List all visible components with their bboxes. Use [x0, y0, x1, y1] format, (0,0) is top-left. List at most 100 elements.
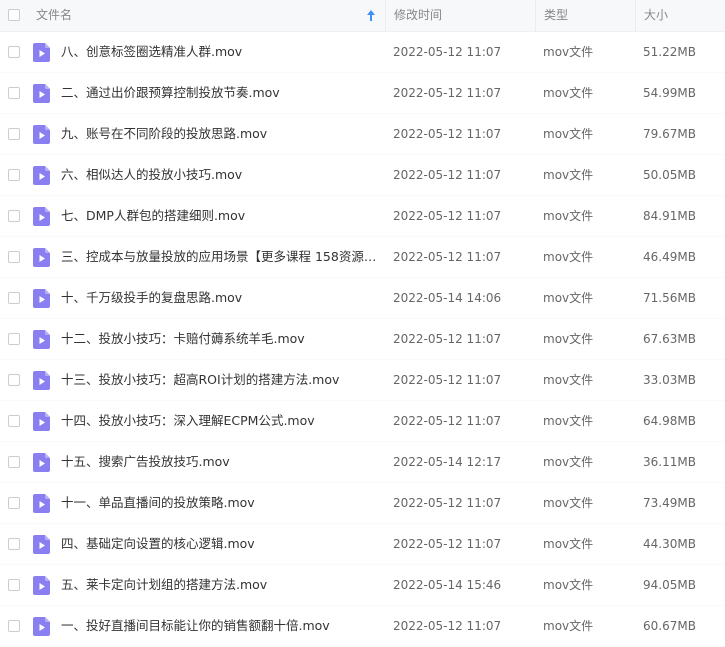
file-modified-time: 2022-05-14 12:17: [393, 455, 502, 469]
file-size: 67.63MB: [643, 332, 696, 346]
table-row[interactable]: 十、千万级投手的复盘思路.mov 2022-05-14 14:06 mov文件 71.…: [0, 278, 725, 319]
file-modified-time: 2022-05-12 11:07: [393, 86, 502, 100]
row-checkbox[interactable]: [8, 169, 20, 181]
table-row[interactable]: 四、基础定向设置的核心逻辑.mov 2022-05-12 11:07 mov文件 44…: [0, 524, 725, 565]
table-row[interactable]: 八、创意标签圈选精准人群.mov 2022-05-12 11:07 mov文件 51.…: [0, 32, 725, 73]
row-checkbox[interactable]: [8, 210, 20, 222]
file-size: 36.11MB: [643, 455, 696, 469]
video-file-icon: [33, 207, 50, 226]
file-modified-time: 2022-05-12 11:07: [393, 373, 502, 387]
file-name[interactable]: 八、创意标签圈选精准人群.mov: [61, 32, 379, 72]
file-name[interactable]: 十、千万级投手的复盘思路.mov: [61, 278, 379, 318]
file-type: mov文件: [543, 373, 594, 387]
table-row[interactable]: 九、账号在不同阶段的投放思路.mov 2022-05-12 11:07 mov文件 7…: [0, 114, 725, 155]
table-row[interactable]: 十五、搜索广告投放技巧.mov 2022-05-14 12:17 mov文件 36.1…: [0, 442, 725, 483]
file-type: mov文件: [543, 414, 594, 428]
file-size: 54.99MB: [643, 86, 696, 100]
file-modified-time: 2022-05-12 11:07: [393, 168, 502, 182]
table-row[interactable]: 十一、单品直播间的投放策略.mov 2022-05-12 11:07 mov文件 73…: [0, 483, 725, 524]
file-name[interactable]: 十二、投放小技巧：卡赔付薅系统羊毛.mov: [61, 319, 379, 359]
video-file-icon: [33, 289, 50, 308]
file-type: mov文件: [543, 496, 594, 510]
file-name[interactable]: 九、账号在不同阶段的投放思路.mov: [61, 114, 379, 154]
row-checkbox[interactable]: [8, 620, 20, 632]
video-file-icon: [33, 84, 50, 103]
file-size: 33.03MB: [643, 373, 696, 387]
file-modified-time: 2022-05-12 11:07: [393, 496, 502, 510]
file-name[interactable]: 七、DMP人群包的搭建细则.mov: [61, 196, 379, 236]
video-file-icon: [33, 535, 50, 554]
table-row[interactable]: 五、莱卡定向计划组的搭建方法.mov 2022-05-14 15:46 mov文件 9…: [0, 565, 725, 606]
row-checkbox[interactable]: [8, 333, 20, 345]
video-file-icon: [33, 494, 50, 513]
table-row[interactable]: 十三、投放小技巧：超高ROI计划的搭建方法.mov 2022-05-12 11:0…: [0, 360, 725, 401]
row-checkbox[interactable]: [8, 251, 20, 263]
column-header-name-label: 文件名: [36, 8, 73, 22]
column-header-size[interactable]: 大小: [635, 0, 725, 31]
file-type: mov文件: [543, 168, 594, 182]
file-type: mov文件: [543, 86, 594, 100]
file-name[interactable]: 四、基础定向设置的核心逻辑.mov: [61, 524, 379, 564]
file-modified-time: 2022-05-14 15:46: [393, 578, 502, 592]
video-file-icon: [33, 453, 50, 472]
table-row[interactable]: 十二、投放小技巧：卡赔付薅系统羊毛.mov 2022-05-12 11:07 mov…: [0, 319, 725, 360]
column-header-mtime[interactable]: 修改时间: [385, 0, 535, 31]
file-modified-time: 2022-05-14 14:06: [393, 291, 502, 305]
table-row[interactable]: 七、DMP人群包的搭建细则.mov 2022-05-12 11:07 mov文件 84…: [0, 196, 725, 237]
file-modified-time: 2022-05-12 11:07: [393, 332, 502, 346]
row-checkbox[interactable]: [8, 579, 20, 591]
file-type: mov文件: [543, 578, 594, 592]
file-name[interactable]: 十五、搜索广告投放技巧.mov: [61, 442, 379, 482]
file-name[interactable]: 十四、投放小技巧：深入理解ECPM公式.mov: [61, 401, 379, 441]
row-checkbox[interactable]: [8, 292, 20, 304]
file-size: 46.49MB: [643, 250, 696, 264]
file-modified-time: 2022-05-12 11:07: [393, 250, 502, 264]
column-header-name[interactable]: 文件名: [0, 0, 385, 31]
video-file-icon: [33, 576, 50, 595]
file-name[interactable]: 十三、投放小技巧：超高ROI计划的搭建方法.mov: [61, 360, 379, 400]
row-checkbox[interactable]: [8, 456, 20, 468]
video-file-icon: [33, 617, 50, 636]
row-checkbox[interactable]: [8, 497, 20, 509]
row-checkbox[interactable]: [8, 538, 20, 550]
file-modified-time: 2022-05-12 11:07: [393, 45, 502, 59]
file-name[interactable]: 三、控成本与放量投放的应用场景【更多课程 158资源整...: [61, 237, 379, 277]
row-checkbox[interactable]: [8, 87, 20, 99]
table-row[interactable]: 三、控成本与放量投放的应用场景【更多课程 158资源整... 2022-05-12…: [0, 237, 725, 278]
file-modified-time: 2022-05-12 11:07: [393, 619, 502, 633]
row-checkbox[interactable]: [8, 374, 20, 386]
video-file-icon: [33, 43, 50, 62]
file-type: mov文件: [543, 537, 594, 551]
file-name[interactable]: 一、投好直播间目标能让你的销售额翻十倍.mov: [61, 606, 379, 646]
file-name[interactable]: 五、莱卡定向计划组的搭建方法.mov: [61, 565, 379, 605]
sort-ascending-icon[interactable]: [366, 9, 376, 22]
column-header-type[interactable]: 类型: [535, 0, 635, 31]
table-row[interactable]: 一、投好直播间目标能让你的销售额翻十倍.mov 2022-05-12 11:07 m…: [0, 606, 725, 647]
file-name[interactable]: 六、相似达人的投放小技巧.mov: [61, 155, 379, 195]
file-modified-time: 2022-05-12 11:07: [393, 127, 502, 141]
file-modified-time: 2022-05-12 11:07: [393, 209, 502, 223]
file-size: 44.30MB: [643, 537, 696, 551]
column-header-mtime-label: 修改时间: [394, 8, 443, 22]
column-header-size-label: 大小: [644, 8, 669, 22]
video-file-icon: [33, 125, 50, 144]
file-name[interactable]: 十一、单品直播间的投放策略.mov: [61, 483, 379, 523]
file-type: mov文件: [543, 250, 594, 264]
row-checkbox[interactable]: [8, 46, 20, 58]
row-checkbox[interactable]: [8, 128, 20, 140]
file-list-table: 文件名 修改时间 类型 大小 八、创意标签圈选精准人群.mov 2022-05-1…: [0, 0, 725, 647]
file-size: 51.22MB: [643, 45, 696, 59]
video-file-icon: [33, 166, 50, 185]
file-name[interactable]: 二、通过出价跟预算控制投放节奏.mov: [61, 73, 379, 113]
file-size: 94.05MB: [643, 578, 696, 592]
video-file-icon: [33, 371, 50, 390]
file-type: mov文件: [543, 619, 594, 633]
table-row[interactable]: 六、相似达人的投放小技巧.mov 2022-05-12 11:07 mov文件 50.…: [0, 155, 725, 196]
table-row[interactable]: 二、通过出价跟预算控制投放节奏.mov 2022-05-12 11:07 mov文件…: [0, 73, 725, 114]
file-size: 60.67MB: [643, 619, 696, 633]
column-header-type-label: 类型: [544, 8, 569, 22]
file-size: 84.91MB: [643, 209, 696, 223]
row-checkbox[interactable]: [8, 415, 20, 427]
file-type: mov文件: [543, 45, 594, 59]
table-row[interactable]: 十四、投放小技巧：深入理解ECPM公式.mov 2022-05-12 11:07 m…: [0, 401, 725, 442]
